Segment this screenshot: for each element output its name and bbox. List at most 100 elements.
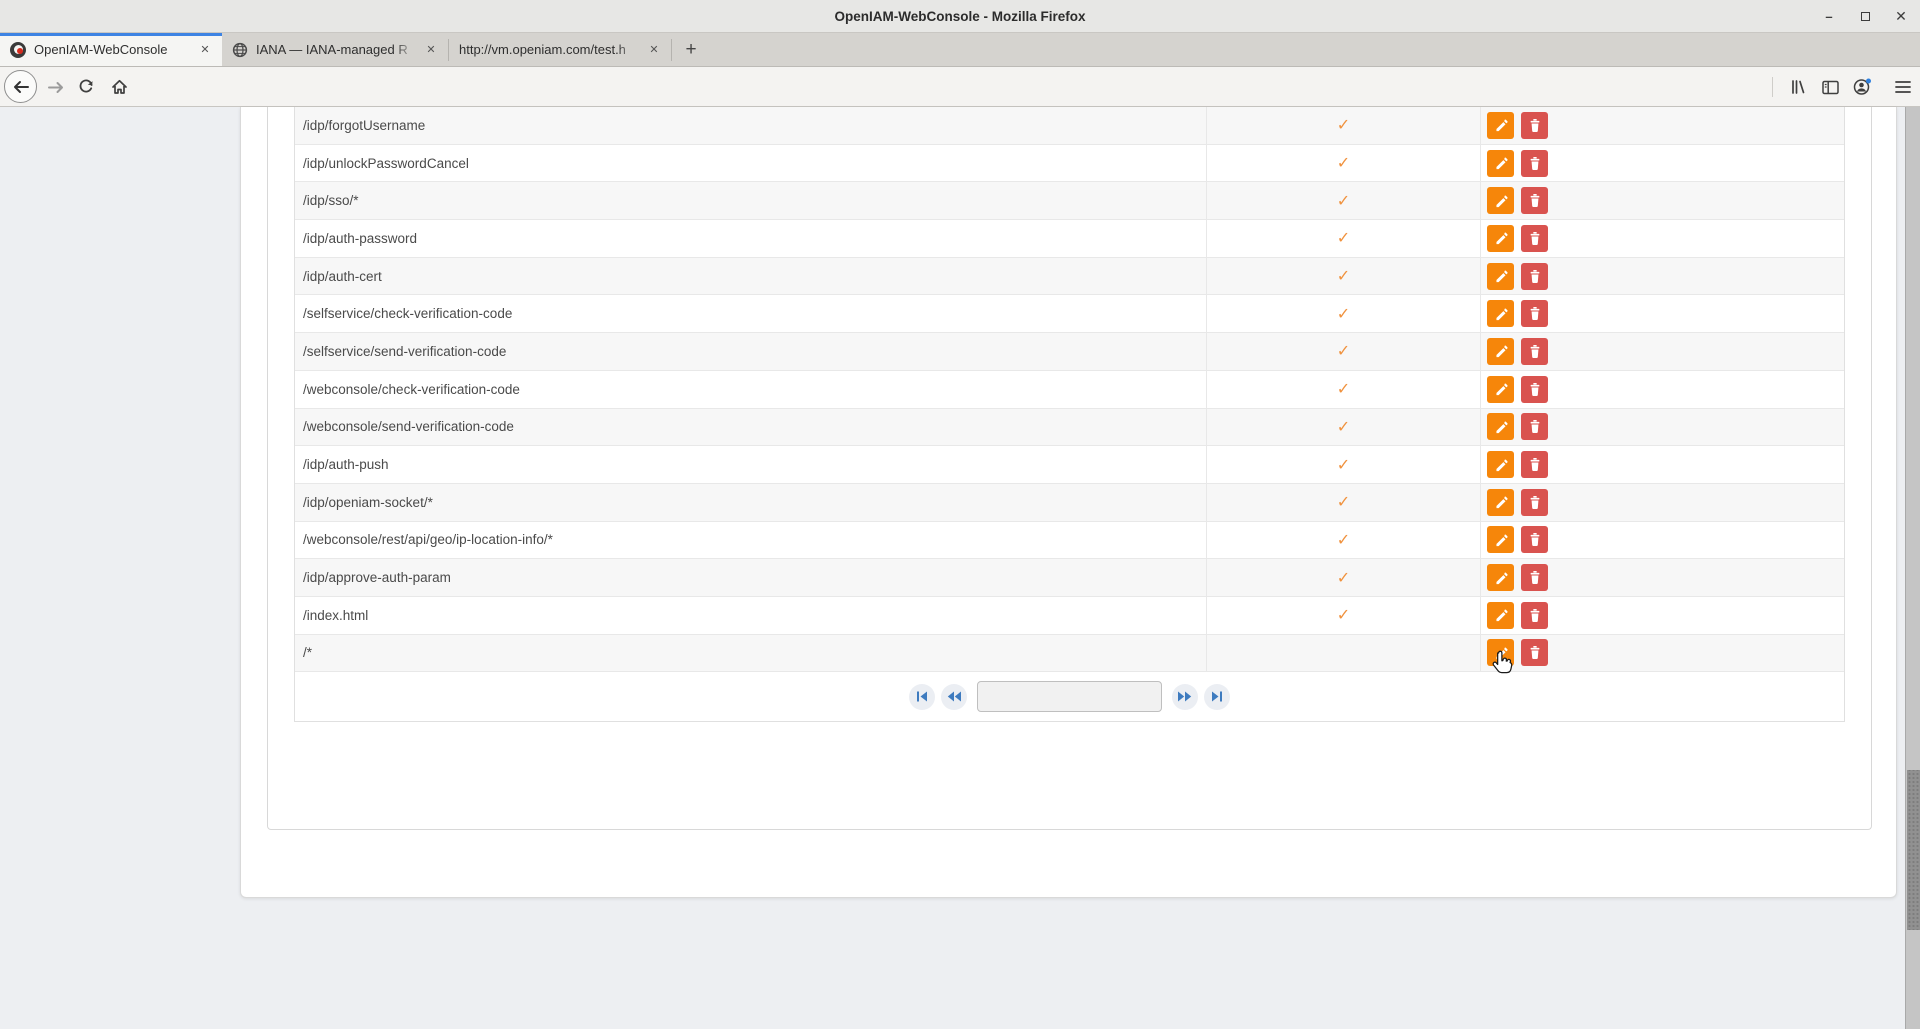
table-row: /selfservice/send-verification-code ✓ [295, 333, 1844, 371]
delete-button[interactable] [1521, 112, 1548, 139]
tab-separator [671, 39, 672, 61]
actions-cell [1481, 409, 1844, 446]
page-number-input[interactable] [977, 681, 1162, 712]
pencil-icon [1494, 156, 1508, 170]
back-button[interactable] [4, 70, 37, 103]
check-icon: ✓ [1337, 304, 1350, 324]
edit-button[interactable] [1487, 187, 1514, 214]
actions-cell [1481, 107, 1844, 144]
edit-button[interactable] [1487, 639, 1514, 666]
delete-button[interactable] [1521, 376, 1548, 403]
delete-button[interactable] [1521, 564, 1548, 591]
pencil-icon [1494, 495, 1508, 509]
check-icon: ✓ [1337, 455, 1350, 475]
table-row: /* [295, 635, 1844, 673]
check-icon: ✓ [1337, 605, 1350, 625]
delete-button[interactable] [1521, 300, 1548, 327]
sidebar-icon [1822, 80, 1839, 95]
edit-button[interactable] [1487, 112, 1514, 139]
edit-button[interactable] [1487, 300, 1514, 327]
last-page-icon [1210, 690, 1224, 703]
next-page-button[interactable] [1172, 684, 1198, 710]
table-row: /selfservice/check-verification-code ✓ [295, 295, 1844, 333]
url-pattern-cell: /idp/auth-cert [295, 258, 1207, 295]
edit-button[interactable] [1487, 225, 1514, 252]
table-row: /webconsole/send-verification-code ✓ [295, 409, 1844, 447]
uri-patterns-table: /idp/forgotUsername ✓ /idp/unlockPasswor… [294, 107, 1845, 722]
delete-button[interactable] [1521, 526, 1548, 553]
trash-icon [1528, 118, 1542, 133]
edit-button[interactable] [1487, 338, 1514, 365]
first-page-icon [915, 690, 929, 703]
delete-button[interactable] [1521, 187, 1548, 214]
delete-button[interactable] [1521, 150, 1548, 177]
forward-button[interactable] [42, 67, 70, 107]
reload-icon [78, 79, 94, 95]
trash-icon [1528, 193, 1542, 208]
pencil-icon [1494, 231, 1508, 245]
tab-close-icon[interactable]: ✕ [196, 41, 214, 59]
status-cell: ✓ [1207, 182, 1481, 219]
pencil-icon [1494, 307, 1508, 321]
edit-button[interactable] [1487, 526, 1514, 553]
vertical-scrollbar-track[interactable] [1905, 107, 1920, 1029]
edit-button[interactable] [1487, 376, 1514, 403]
pencil-icon [1494, 571, 1508, 585]
home-button[interactable] [105, 67, 133, 107]
trash-icon [1528, 457, 1542, 472]
tab-iana[interactable]: IANA — IANA-managed R ✕ [222, 33, 448, 66]
tab-openiam-webconsole[interactable]: OpenIAM-WebConsole ✕ [0, 33, 222, 66]
tab-test-page[interactable]: http://vm.openiam.com/test.h ✕ [449, 33, 671, 66]
next-page-icon [1177, 690, 1193, 703]
actions-cell [1481, 295, 1844, 332]
url-pattern-cell: /webconsole/check-verification-code [295, 371, 1207, 408]
pencil-icon [1494, 382, 1508, 396]
close-button[interactable]: ✕ [1890, 6, 1912, 28]
last-page-button[interactable] [1204, 684, 1230, 710]
delete-button[interactable] [1521, 225, 1548, 252]
tab-close-icon[interactable]: ✕ [422, 41, 440, 59]
status-cell: ✓ [1207, 295, 1481, 332]
tab-close-icon[interactable]: ✕ [645, 41, 663, 59]
url-pattern-cell: /selfservice/check-verification-code [295, 295, 1207, 332]
nav-toolbar: vm.openiam.com/webconsole/menu/CONTENT_P… [0, 67, 1920, 107]
tab-label: IANA — IANA-managed R [256, 42, 416, 57]
minimize-button[interactable]: – [1818, 6, 1840, 28]
openiam-favicon-icon [10, 42, 26, 58]
edit-button[interactable] [1487, 150, 1514, 177]
prev-page-button[interactable] [941, 684, 967, 710]
status-cell: ✓ [1207, 597, 1481, 634]
delete-button[interactable] [1521, 338, 1548, 365]
maximize-button[interactable] [1854, 6, 1876, 28]
url-pattern-cell: /idp/auth-password [295, 220, 1207, 257]
status-cell: ✓ [1207, 522, 1481, 559]
edit-button[interactable] [1487, 413, 1514, 440]
status-cell: ✓ [1207, 409, 1481, 446]
delete-button[interactable] [1521, 263, 1548, 290]
sidebar-toggle-button[interactable] [1816, 67, 1844, 107]
pencil-icon [1494, 344, 1508, 358]
delete-button[interactable] [1521, 602, 1548, 629]
delete-button[interactable] [1521, 451, 1548, 478]
delete-button[interactable] [1521, 413, 1548, 440]
status-cell: ✓ [1207, 484, 1481, 521]
new-tab-button[interactable]: + [676, 36, 706, 64]
library-button[interactable] [1784, 67, 1812, 107]
delete-button[interactable] [1521, 489, 1548, 516]
table-row: /idp/approve-auth-param ✓ [295, 559, 1844, 597]
delete-button[interactable] [1521, 639, 1548, 666]
menu-button[interactable] [1889, 67, 1917, 107]
content-card: /idp/forgotUsername ✓ /idp/unlockPasswor… [240, 107, 1897, 898]
actions-cell [1481, 371, 1844, 408]
vertical-scrollbar-thumb[interactable] [1907, 770, 1920, 930]
check-icon: ✓ [1337, 417, 1350, 437]
edit-button[interactable] [1487, 489, 1514, 516]
edit-button[interactable] [1487, 564, 1514, 591]
check-icon: ✓ [1337, 492, 1350, 512]
edit-button[interactable] [1487, 263, 1514, 290]
edit-button[interactable] [1487, 451, 1514, 478]
account-button[interactable] [1848, 67, 1876, 107]
edit-button[interactable] [1487, 602, 1514, 629]
reload-button[interactable] [72, 67, 100, 107]
first-page-button[interactable] [909, 684, 935, 710]
